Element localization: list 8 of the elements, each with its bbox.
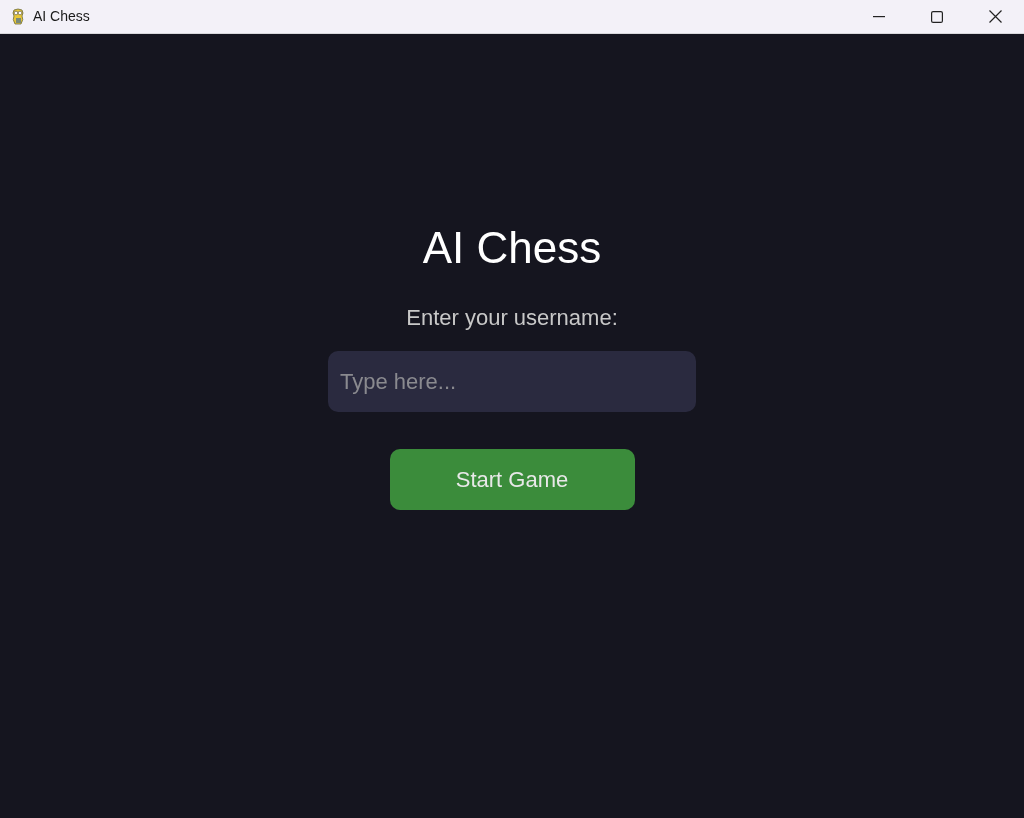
start-game-button[interactable]: Start Game xyxy=(389,449,635,510)
username-label: Enter your username: xyxy=(406,305,618,331)
username-field[interactable]: Type here... xyxy=(328,351,696,412)
game-title: AI Chess xyxy=(422,222,602,274)
close-icon xyxy=(988,10,1002,23)
minimize-icon xyxy=(873,15,885,18)
maximize-icon xyxy=(931,10,943,23)
window-title: AI Chess xyxy=(33,7,90,26)
